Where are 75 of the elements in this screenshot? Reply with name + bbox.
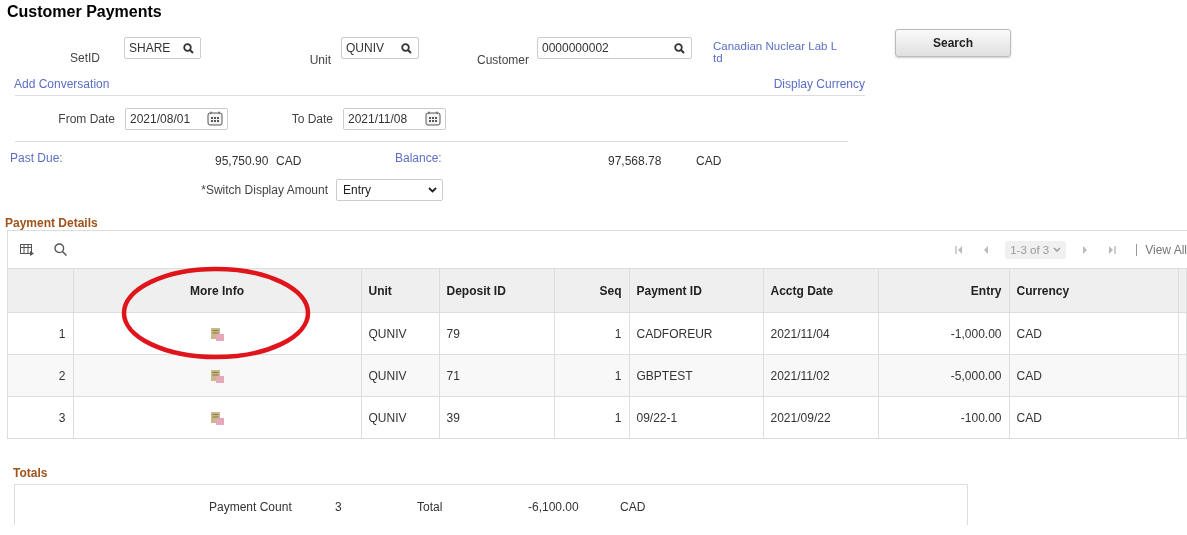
chevron-down-icon [428, 187, 437, 193]
from-date-field[interactable]: 2021/08/01 [125, 107, 228, 130]
section-title: Payment Details [5, 216, 99, 230]
column-header: More Info [73, 269, 361, 313]
table-cell: 79 [439, 312, 554, 355]
document-icon[interactable] [210, 369, 224, 383]
add-conversation-link[interactable]: Add Conversation [14, 76, 110, 91]
table-cell: CAD [1009, 354, 1178, 397]
calendar-icon[interactable] [425, 111, 441, 126]
grid-settings-icon[interactable] [20, 243, 34, 256]
table-cell: 1 [554, 396, 629, 439]
table-cell: QUNIV [361, 312, 439, 355]
page-title: Customer Payments [7, 3, 163, 22]
field-label: From Date [57, 111, 115, 126]
column-header: Payment ID [629, 269, 763, 313]
field-label: Unit [308, 53, 331, 67]
column-header: Deposit ID [439, 269, 554, 313]
column-header: Currency [1009, 269, 1178, 313]
setid-field[interactable]: SHARE [124, 37, 201, 59]
table-cell: GBPTEST [629, 354, 763, 397]
column-header: Unit [361, 269, 439, 313]
past-due-link[interactable]: Past Due: [10, 151, 63, 165]
table-cell: CAD [1009, 396, 1178, 439]
customer-field[interactable]: 0000000002 [537, 37, 692, 59]
currency-text: CAD [620, 500, 646, 514]
table-cell: 2021/11/02 [763, 354, 878, 397]
table-cell: -5,000.00 [878, 354, 1009, 397]
document-icon[interactable] [210, 327, 224, 341]
table-cell: 2021/11/04 [763, 312, 878, 355]
balance-link[interactable]: Balance: [395, 151, 442, 165]
table-cell: CAD [1009, 312, 1178, 355]
field-label: Total [417, 500, 443, 514]
display-amount-dropdown[interactable]: Entry [336, 179, 443, 201]
calendar-icon[interactable] [207, 111, 223, 126]
balance-amount: 97,568.78 [608, 154, 662, 168]
table-cell: 1 [554, 354, 629, 397]
table-cell: 39 [439, 396, 554, 439]
payment-count-value: 3 [335, 500, 342, 514]
row-number: 2 [8, 354, 73, 397]
search-button[interactable]: Search [895, 29, 1011, 57]
currency-text: CAD [696, 154, 722, 168]
table-cell: 1 [554, 312, 629, 355]
currency-text: CAD [276, 154, 302, 168]
field-label: Payment Count [209, 500, 292, 514]
document-icon[interactable] [210, 411, 224, 425]
view-all-link[interactable]: View All [1145, 242, 1187, 257]
field-label: SetID [69, 51, 100, 65]
column-header: Acctg Date [763, 269, 878, 313]
search-icon[interactable] [674, 42, 685, 54]
table-cell: 09/22-1 [629, 396, 763, 439]
unit-field[interactable]: QUNIV [341, 37, 419, 59]
table-cell: CADFOREUR [629, 312, 763, 355]
column-header: Entry [878, 269, 1009, 313]
field-label: *Switch Display Amount [200, 183, 328, 197]
field-label: To Date [290, 111, 333, 126]
past-due-amount: 95,750.90 [215, 154, 269, 168]
to-date-field[interactable]: 2021/11/08 [343, 107, 446, 130]
row-number: 3 [8, 396, 73, 439]
table-cell: 71 [439, 354, 554, 397]
row-number: 1 [8, 312, 73, 355]
section-title: Totals [13, 466, 49, 480]
table-cell: -1,000.00 [878, 312, 1009, 355]
table-cell: -100.00 [878, 396, 1009, 439]
chevron-down-icon [1053, 247, 1062, 252]
search-icon[interactable] [183, 42, 194, 54]
search-icon[interactable] [54, 243, 67, 256]
total-amount: -6,100.00 [528, 500, 579, 514]
table-cell: 2021/09/22 [763, 396, 878, 439]
search-icon[interactable] [401, 42, 412, 54]
column-header: Seq [554, 269, 629, 313]
field-label: Customer [476, 53, 529, 67]
display-currency-link[interactable]: Display Currency [773, 76, 865, 91]
table-cell: QUNIV [361, 396, 439, 439]
table-cell: QUNIV [361, 354, 439, 397]
customer-name-link[interactable]: Canadian Nuclear Lab Ltd [713, 40, 838, 64]
